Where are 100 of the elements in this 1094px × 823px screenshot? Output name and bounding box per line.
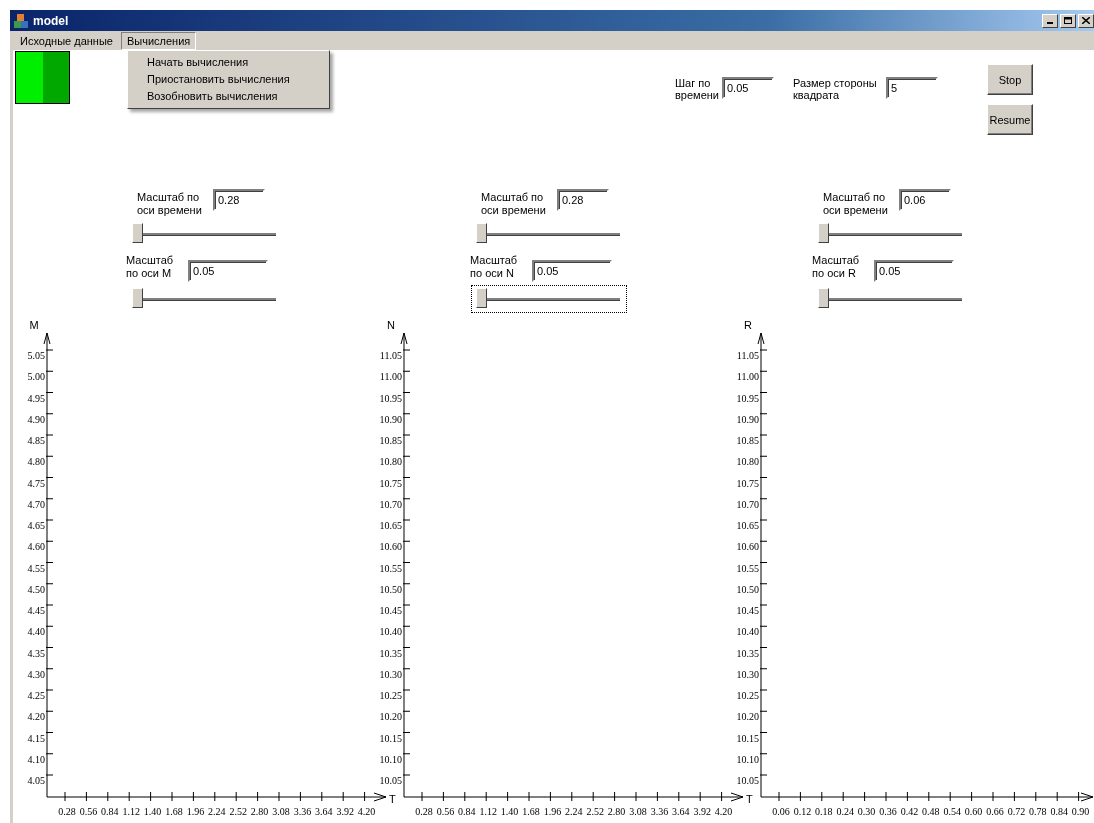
input-field[interactable]: 0.06 (899, 189, 951, 211)
tick-label: 4.25 (27, 690, 45, 701)
tick-label: 10.20 (736, 711, 759, 723)
tick-label: 4.20 (357, 806, 376, 817)
push-button[interactable]: Stop (987, 64, 1033, 95)
tick-label: 4.05 (27, 775, 45, 786)
tick-label: 0.18 (815, 806, 833, 817)
slider-thumb[interactable] (476, 223, 487, 243)
tick-label: 10.05 (736, 775, 759, 786)
tick-label: 0.48 (922, 806, 940, 817)
input-field[interactable]: 5 (886, 77, 938, 99)
tick-label: 4.15 (27, 732, 45, 744)
tick-label: 10.65 (736, 520, 759, 531)
tick-label: 10.45 (736, 605, 759, 616)
tick-label: 5.05 (27, 350, 45, 361)
tick-label: 10.45 (379, 605, 402, 616)
push-button[interactable]: Resume (987, 104, 1033, 135)
tick-label: 4.70 (27, 498, 45, 510)
tick-label: 10.25 (379, 690, 402, 701)
tick-label: 10.50 (379, 583, 402, 595)
tick-label: 10.65 (379, 520, 402, 531)
tick-label: 10.10 (379, 753, 402, 765)
tick-label: 0.56 (436, 806, 455, 817)
maximize-icon (1064, 17, 1072, 24)
input-field[interactable]: 0.28 (557, 189, 609, 211)
tick-label: 1.40 (143, 806, 162, 817)
menu-option[interactable]: Начать вычисления (128, 54, 329, 71)
tick-label: 10.40 (736, 626, 759, 638)
slider-thumb[interactable] (132, 288, 143, 308)
tick-label: 10.35 (379, 647, 402, 659)
tick-label: 4.45 (27, 605, 45, 616)
slider-thumb[interactable] (818, 223, 829, 243)
tick-label: 0.30 (857, 806, 876, 817)
tick-label: 4.95 (27, 392, 45, 404)
tick-label: 10.85 (736, 435, 759, 446)
field-label: Масштаб по оси времени (137, 191, 203, 217)
close-button[interactable] (1078, 13, 1094, 28)
tick-label: 10.95 (379, 392, 402, 404)
menu-item[interactable]: Вычисления (120, 31, 197, 50)
tick-label: 10.85 (379, 435, 402, 446)
tick-label: 0.42 (900, 806, 919, 817)
tick-label: 0.12 (793, 806, 812, 817)
tick-label: 10.70 (736, 498, 759, 510)
tick-label: 10.25 (736, 690, 759, 701)
tick-label: 10.75 (736, 477, 759, 489)
tick-label: 0.78 (1029, 806, 1047, 817)
tick-label: 4.10 (27, 753, 45, 765)
slider-thumb[interactable] (818, 288, 829, 308)
axis-label: R (744, 319, 752, 331)
tick-label: 11.00 (379, 371, 402, 383)
maximize-button[interactable] (1060, 13, 1076, 28)
field-label: Масштаб по оси времени (823, 191, 889, 217)
tick-label: 3.92 (693, 806, 711, 817)
tick-label: 11.05 (736, 350, 759, 361)
menu-option[interactable]: Приостановить вычисления (128, 71, 329, 88)
minimize-button[interactable] (1042, 13, 1058, 28)
input-field[interactable]: 0.28 (213, 189, 265, 211)
tick-label: 1.12 (479, 806, 497, 817)
tick-label: 4.40 (27, 626, 45, 638)
tick-label: 10.35 (736, 647, 759, 659)
tick-label: 0.84 (1050, 806, 1068, 817)
tick-label: 0.84 (101, 806, 119, 817)
tick-label: 2.52 (229, 806, 247, 817)
tick-label: 3.36 (650, 806, 669, 817)
tick-label: 2.24 (565, 806, 583, 817)
tick-label: 10.30 (379, 668, 402, 680)
tick-label: 3.36 (293, 806, 312, 817)
tick-label: 0.72 (1007, 806, 1026, 817)
tick-label: 4.75 (27, 477, 45, 489)
tick-label: 0.66 (986, 806, 1004, 817)
tick-label: 10.10 (736, 753, 759, 765)
tick-label: 10.95 (736, 392, 759, 404)
input-field[interactable]: 0.05 (532, 260, 612, 282)
input-field[interactable]: 0.05 (722, 77, 774, 99)
tick-label: 1.68 (522, 806, 540, 817)
tick-label: 4.55 (27, 562, 45, 574)
slider-thumb[interactable] (132, 223, 143, 243)
tick-label: 4.85 (27, 435, 45, 446)
tick-label: 3.08 (272, 806, 290, 817)
tick-label: 0.54 (943, 806, 961, 817)
tick-label: 0.06 (772, 806, 790, 817)
tick-label: 2.80 (607, 806, 626, 817)
field-label: Масштаб по оси времени (481, 191, 547, 217)
tick-label: 0.28 (415, 806, 433, 817)
tick-label: 11.05 (379, 350, 402, 361)
tick-label: 0.36 (879, 806, 897, 817)
tick-label: 3.64 (315, 806, 333, 817)
slider-thumb[interactable] (476, 288, 487, 308)
menu-option[interactable]: Возобновить вычисления (128, 88, 329, 105)
window-title: model (33, 13, 70, 28)
tick-label: 10.80 (736, 456, 759, 468)
tick-label: 0.84 (458, 806, 476, 817)
input-field[interactable]: 0.05 (188, 260, 268, 282)
slider[interactable] (471, 285, 627, 313)
menu-item[interactable]: Исходные данные (14, 31, 119, 50)
tick-label: 4.30 (27, 668, 45, 680)
input-field[interactable]: 0.05 (874, 260, 954, 282)
tick-label: 10.80 (379, 456, 402, 468)
tick-label: 4.80 (27, 456, 45, 468)
tick-label: 4.50 (27, 583, 45, 595)
